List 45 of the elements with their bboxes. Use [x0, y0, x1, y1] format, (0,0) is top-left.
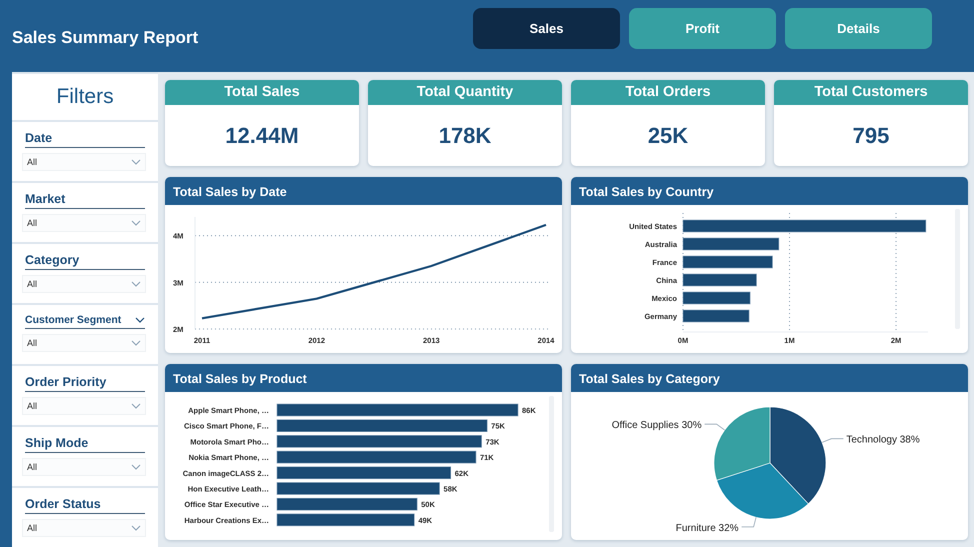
kpi-value: 25K: [646, 122, 690, 150]
kpi-title: Total Orders: [571, 80, 765, 105]
leader-line: [822, 438, 844, 443]
dropdown[interactable]: All: [22, 153, 146, 171]
slice-label: Furniture 32%: [676, 522, 739, 534]
chevron-icon: [131, 340, 141, 346]
filter-label: Customer Segment: [25, 314, 122, 326]
dropdown[interactable]: All: [22, 519, 146, 537]
chevron-icon[interactable]: [135, 317, 145, 323]
slice-label: Office Supplies 30%: [612, 420, 702, 432]
filter-label: Date: [25, 131, 52, 145]
dropdown[interactable]: All: [22, 214, 146, 232]
dropdown[interactable]: All: [22, 334, 146, 352]
chevron-icon: [131, 281, 141, 287]
chevron-icon: [131, 220, 141, 226]
filters-heading: Filters: [56, 85, 114, 109]
dropdown[interactable]: All: [22, 458, 146, 476]
chart-title: Total Sales by Date: [165, 177, 562, 205]
filter-label: Order Priority: [25, 375, 106, 389]
dropdown[interactable]: All: [22, 275, 146, 293]
chevron-icon: [131, 403, 141, 409]
kpi-title: Total Quantity: [368, 80, 562, 105]
bar: [682, 310, 750, 322]
kpi-value: 795: [852, 122, 890, 150]
leader-line: [741, 516, 756, 528]
bar: [682, 292, 750, 304]
chart-title: Total Sales by Country: [571, 177, 968, 205]
leader-line: [704, 424, 726, 430]
report-title: Sales Summary Report: [12, 28, 200, 48]
chevron-icon: [131, 525, 141, 531]
filter-label: Market: [25, 192, 66, 206]
chevron-icon: [131, 464, 141, 470]
kpi-title: Total Customers: [774, 80, 968, 105]
filter-label: Category: [25, 253, 80, 267]
chevron-icon: [131, 159, 141, 165]
filter-label: Ship Mode: [25, 436, 88, 450]
kpi-value: 178K: [438, 122, 492, 150]
slice-label: Technology 38%: [846, 434, 920, 446]
chart-title: Total Sales by Category: [571, 364, 968, 392]
kpi-title: Total Sales: [165, 80, 359, 105]
filter-label: Order Status: [25, 497, 101, 511]
dropdown[interactable]: All: [22, 397, 146, 415]
tab[interactable]: Sales: [473, 8, 620, 48]
kpi-value: 12.44M: [224, 122, 300, 150]
chart-title: Total Sales by Product: [165, 364, 562, 392]
